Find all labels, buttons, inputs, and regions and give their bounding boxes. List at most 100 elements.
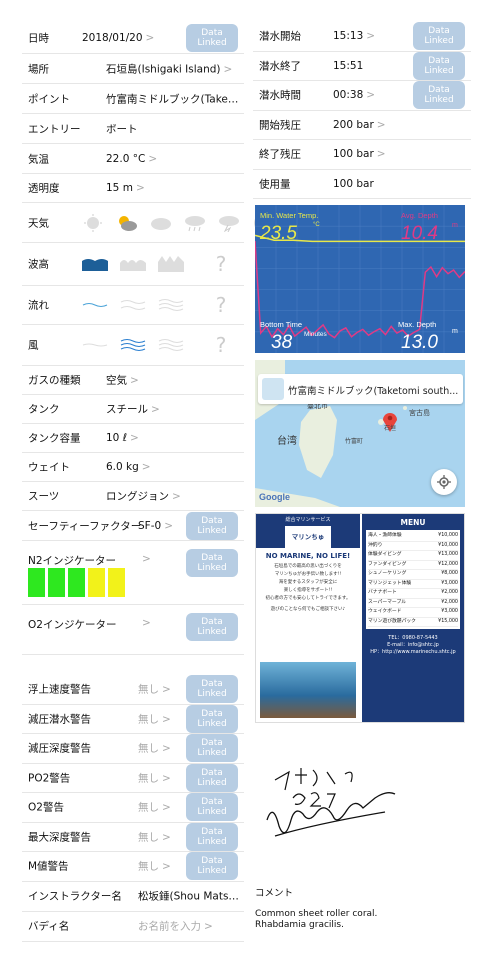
alarm-row[interactable]: 浮上速度警告 無し > Data Linked bbox=[22, 675, 244, 705]
data-linked-badge[interactable]: Data Linked bbox=[186, 23, 238, 52]
wind-weak-icon[interactable] bbox=[82, 336, 108, 354]
menu-item-name: マリン遊び放題パック bbox=[368, 618, 416, 624]
current-row: 流れ ? bbox=[22, 286, 244, 325]
data-linked-badge[interactable]: Data Linked bbox=[413, 22, 465, 51]
alarm-row[interactable]: 最大深度警告 無し > Data Linked bbox=[22, 822, 244, 852]
detail-row[interactable]: 気温 22.0 °C > bbox=[22, 144, 244, 174]
row-value: 15 m > bbox=[106, 182, 145, 194]
row-value: スチール > bbox=[106, 403, 160, 416]
dive-profile-chart[interactable]: Min. Water Temp. 23.5 °C Avg. Depth 10.4… bbox=[255, 205, 465, 353]
current-moderate-icon[interactable] bbox=[120, 296, 146, 314]
cloud-icon[interactable] bbox=[150, 214, 172, 232]
wind-moderate-icon[interactable] bbox=[120, 336, 146, 354]
signature-image[interactable] bbox=[255, 750, 465, 860]
detail-row[interactable]: ポイント 竹富南ミドルブック(Taketo... bbox=[22, 84, 244, 114]
rain-icon[interactable] bbox=[184, 214, 206, 232]
data-linked-badge[interactable]: Data Linked bbox=[186, 613, 238, 641]
o2-indicator-row: O2インジケーター > Data Linked bbox=[22, 605, 244, 655]
row-label: ウェイト bbox=[28, 461, 70, 474]
data-linked-badge[interactable]: Data Linked bbox=[413, 51, 465, 80]
flyer-menu-item: 体験ダイビング ¥13,000 bbox=[368, 551, 458, 561]
detail-row[interactable]: 透明度 15 m > bbox=[22, 174, 244, 203]
dive-stat-row[interactable]: 潜水開始 15:13 > Data Linked bbox=[253, 22, 471, 52]
equipment-row[interactable]: タンク スチール > bbox=[22, 395, 244, 424]
n2-chevron[interactable]: > bbox=[142, 553, 151, 565]
partly-cloudy-icon[interactable] bbox=[116, 214, 138, 232]
row-value: ボート bbox=[106, 123, 138, 135]
alarm-row[interactable]: 減圧深度警告 無し > Data Linked bbox=[22, 734, 244, 764]
dive-stat-row[interactable]: 潜水時間 00:38 > Data Linked bbox=[253, 81, 471, 111]
wave-unknown-icon[interactable]: ? bbox=[210, 252, 232, 276]
wind-strong-icon[interactable] bbox=[158, 336, 184, 354]
data-linked-badge[interactable]: Data Linked bbox=[186, 852, 238, 881]
dive-stat-row[interactable]: 終了残圧 100 bar > bbox=[253, 140, 471, 170]
o2-chevron[interactable]: > bbox=[142, 617, 151, 629]
comment-label: コメント bbox=[255, 888, 294, 899]
alarm-row[interactable]: O2警告 無し > Data Linked bbox=[22, 793, 244, 823]
menu-item-name: バナナボート bbox=[368, 590, 397, 595]
comment-section[interactable]: コメント Common sheet roller coral. Rhabdami… bbox=[255, 885, 470, 930]
data-linked-badge[interactable]: Data Linked bbox=[186, 822, 238, 851]
equipment-row[interactable]: ガスの種類 空気 > bbox=[22, 366, 244, 395]
data-linked-badge[interactable]: Data Linked bbox=[186, 704, 238, 733]
alarm-value: 無し > bbox=[138, 742, 171, 755]
dive-site-map[interactable]: 臺北市 台湾 宮古島 石垣 竹富町 Google 竹富南ミドルブック(Taket… bbox=[255, 360, 465, 507]
equipment-row[interactable]: スーツ ロングジョン > bbox=[22, 482, 244, 511]
bottom-time-label: Bottom Time bbox=[260, 320, 302, 329]
shop-flyer[interactable]: 総合マリンサービス マリンちゅ NO MARINE, NO LIFE! 石垣島で… bbox=[255, 513, 465, 723]
buddy-input[interactable]: お名前を入力 > bbox=[138, 919, 213, 934]
flyer-body-line: マリンちゅがお手伝い致します!! bbox=[274, 572, 342, 577]
detail-row[interactable]: 場所 石垣島(Ishigaki Island) > bbox=[22, 54, 244, 84]
alarm-row[interactable]: PO2警告 無し > Data Linked bbox=[22, 763, 244, 793]
my-location-icon[interactable] bbox=[431, 469, 457, 495]
detail-row[interactable]: エントリー ボート bbox=[22, 114, 244, 144]
wave-calm-icon[interactable] bbox=[82, 255, 108, 273]
data-linked-badge[interactable]: Data Linked bbox=[186, 763, 238, 792]
current-unknown-icon[interactable]: ? bbox=[210, 293, 232, 317]
alarm-row[interactable]: M値警告 無し > Data Linked bbox=[22, 852, 244, 882]
sun-icon[interactable] bbox=[82, 213, 104, 232]
instructor-row[interactable]: インストラクター名 松坂錘(Shou Matsu... bbox=[22, 882, 244, 912]
dive-stat-row[interactable]: 使用量 100 bar bbox=[253, 170, 471, 199]
alarm-row[interactable]: 減圧潜水警告 無し > Data Linked bbox=[22, 704, 244, 734]
data-linked-badge[interactable]: Data Linked bbox=[413, 81, 465, 110]
data-linked-badge[interactable]: Data Linked bbox=[186, 734, 238, 763]
data-linked-badge[interactable]: Data Linked bbox=[186, 549, 238, 577]
row-label: ポイント bbox=[28, 93, 70, 105]
buddy-row[interactable]: バディ名 お名前を入力 > bbox=[22, 912, 244, 942]
wave-high-icon[interactable] bbox=[158, 255, 184, 273]
bottom-time-value: 38 bbox=[271, 332, 293, 353]
row-value: 200 bar > bbox=[333, 118, 386, 131]
data-linked-badge[interactable]: Data Linked bbox=[186, 675, 238, 704]
current-strong-icon[interactable] bbox=[158, 296, 184, 314]
wave-label: 波高 bbox=[28, 258, 49, 271]
dive-stat-row[interactable]: 潜水終了 15:51 Data Linked bbox=[253, 51, 471, 81]
chevron-right-icon: > bbox=[145, 31, 155, 44]
wave-low-icon[interactable] bbox=[120, 255, 146, 273]
equipment-row[interactable]: タンク容量 10 ℓ > bbox=[22, 424, 244, 453]
menu-item-price: ¥12,000 bbox=[438, 561, 458, 567]
safety-factor-row[interactable]: セーフティーファクター SF-0 > Data Linked bbox=[22, 511, 244, 541]
detail-row[interactable]: 日時 2018/01/20 > Data Linked bbox=[22, 22, 244, 54]
storm-icon[interactable] bbox=[218, 214, 240, 232]
data-linked-badge[interactable]: Data Linked bbox=[186, 793, 238, 822]
equipment-row[interactable]: ウェイト 6.0 kg > bbox=[22, 453, 244, 482]
row-label: 透明度 bbox=[28, 182, 60, 195]
row-label: 開始残圧 bbox=[259, 119, 301, 132]
wind-unknown-icon[interactable]: ? bbox=[210, 333, 232, 357]
alarm-label: O2警告 bbox=[28, 801, 64, 814]
row-value: 15:13 > bbox=[333, 30, 376, 43]
chevron-right-icon: > bbox=[141, 461, 151, 473]
chevron-right-icon: > bbox=[162, 742, 171, 755]
current-weak-icon[interactable] bbox=[82, 296, 108, 314]
dive-stat-row[interactable]: 開始残圧 200 bar > bbox=[253, 111, 471, 140]
row-label: 使用量 bbox=[259, 178, 291, 191]
map-title-bar[interactable]: 竹富南ミドルブック(Taketomi south... bbox=[258, 374, 463, 404]
data-linked-badge[interactable]: Data Linked bbox=[186, 511, 238, 540]
flyer-body-line: 石垣島での最高の思い出づくりを bbox=[274, 564, 342, 569]
wave-icons: ? bbox=[82, 252, 232, 276]
flyer-menu-item: マリン遊び放題パック ¥15,000 bbox=[368, 618, 458, 627]
flyer-menu-item: 海人・漁師体験 ¥10,000 bbox=[368, 532, 458, 542]
flyer-body-line: 楽しく指導をサポート!! bbox=[283, 588, 333, 593]
avg-depth-value: 10.4 bbox=[401, 223, 438, 244]
